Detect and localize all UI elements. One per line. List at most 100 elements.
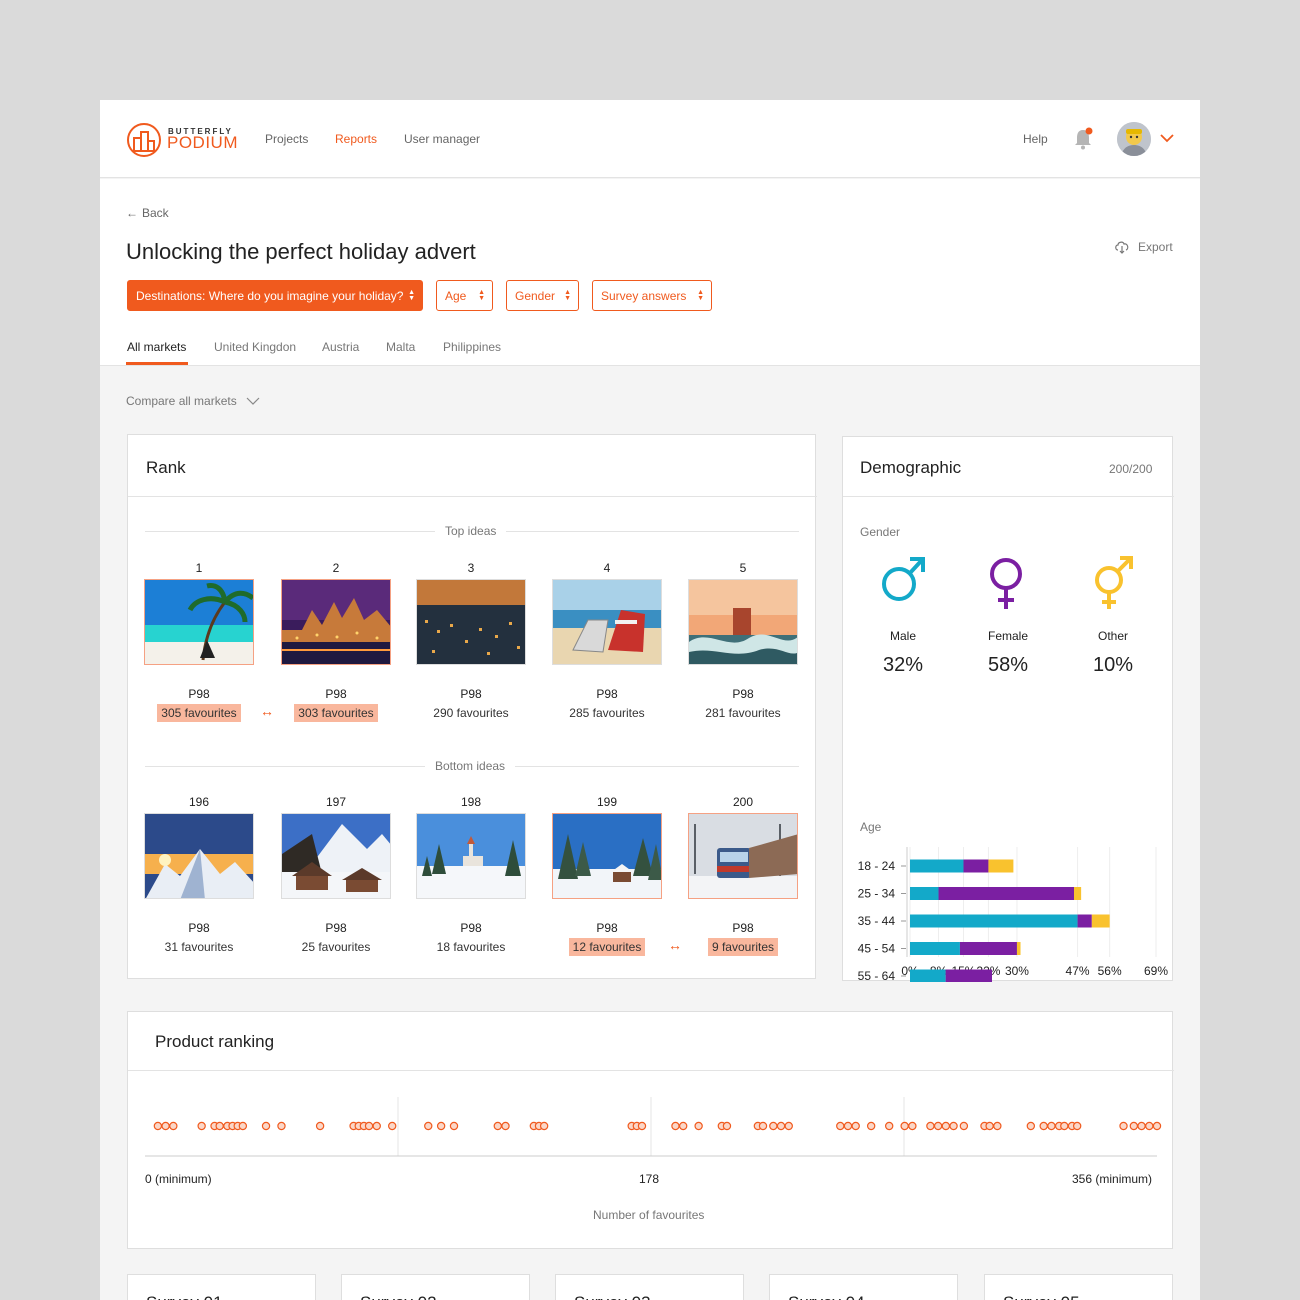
summary-card[interactable]: Survey 02 [341,1274,530,1300]
bar-segment-female [963,859,989,873]
product-dot[interactable] [678,1121,688,1131]
top-ideas-label: Top ideas [435,524,507,538]
nav-user-manager[interactable]: User manager [404,132,480,146]
product-dot[interactable] [694,1121,703,1131]
help-link[interactable]: Help [1023,132,1048,146]
product-dot[interactable] [364,1121,374,1131]
back-link[interactable]: ← Back [126,206,169,220]
product-dot[interactable] [866,1121,876,1131]
product-dot[interactable] [941,1121,951,1131]
product-dot[interactable] [1119,1121,1128,1131]
product-dot[interactable] [493,1121,502,1131]
idea-thumbnail[interactable] [416,813,526,899]
product-dot[interactable] [900,1121,909,1131]
product-dot[interactable] [501,1121,510,1131]
idea-thumbnail[interactable] [688,813,798,899]
product-dot[interactable] [926,1121,935,1131]
product-dot[interactable] [933,1121,943,1131]
idea-thumbnail[interactable] [552,813,662,899]
tab-united-kingdom[interactable]: United Kingdon [214,340,296,354]
favourites-count: 31 favourites [144,940,254,954]
idea-code: P98 [325,687,347,701]
tab-all-markets[interactable]: All markets [127,340,186,354]
card-divider [843,496,1174,497]
product-dot[interactable] [769,1121,778,1131]
product-dot[interactable] [959,1121,969,1131]
brand-logo[interactable]: BUTTERFLY PODIUM [126,120,238,160]
y-category-label: 35 - 44 [858,914,896,928]
product-dot[interactable] [449,1121,459,1131]
product-dot[interactable] [843,1121,853,1131]
tab-philippines[interactable]: Philippines [443,340,501,354]
gender-filter-select[interactable]: Gender ▲ ▼ [506,280,579,311]
chevron-down-icon [246,397,260,405]
product-dot[interactable] [1152,1121,1162,1131]
product-dot[interactable] [1145,1121,1154,1131]
rank-card-title: Rank [146,458,186,477]
product-dot[interactable] [1137,1121,1146,1131]
product-dot[interactable] [277,1121,286,1131]
product-dot[interactable] [315,1121,325,1131]
tab-malta[interactable]: Malta [386,340,415,354]
idea-thumbnail[interactable] [688,579,798,665]
product-dot[interactable] [261,1121,271,1131]
idea-thumbnail[interactable] [281,813,391,899]
summary-card[interactable]: Survey 04 [769,1274,958,1300]
idea-thumbnail[interactable] [144,579,254,665]
survey-answers-filter-select[interactable]: Survey answers ▲ ▼ [592,280,712,311]
product-dot[interactable] [851,1121,860,1131]
product-dot[interactable] [1072,1121,1082,1131]
product-dot[interactable] [197,1121,206,1131]
user-avatar[interactable] [1117,122,1151,156]
product-dot[interactable] [1039,1121,1048,1131]
favourites-count: 25 favourites [281,940,391,954]
product-dot[interactable] [539,1121,549,1131]
product-dot[interactable] [1129,1121,1139,1131]
summary-card[interactable]: Survey 03 [555,1274,744,1300]
nav-projects[interactable]: Projects [265,132,308,146]
idea-code: P98 [460,921,482,935]
product-dot[interactable] [908,1121,917,1131]
product-dot[interactable] [985,1121,994,1131]
product-dot[interactable] [1026,1121,1036,1131]
product-dot[interactable] [388,1121,397,1131]
product-dot[interactable] [1060,1121,1069,1131]
product-dot[interactable] [884,1121,894,1131]
idea-thumbnail[interactable] [552,579,662,665]
idea-thumbnail[interactable] [281,579,391,665]
tab-austria[interactable]: Austria [322,340,359,354]
product-dot[interactable] [776,1121,786,1131]
product-dot[interactable] [161,1121,170,1131]
age-filter-select[interactable]: Age ▲ ▼ [436,280,493,311]
product-dot[interactable] [836,1121,845,1131]
product-dot[interactable] [671,1121,680,1131]
product-dot[interactable] [436,1121,446,1131]
product-dot[interactable] [372,1121,381,1131]
notification-bell-icon[interactable] [1073,127,1093,151]
product-dot[interactable] [758,1121,768,1131]
product-dot[interactable] [949,1121,958,1131]
product-dot[interactable] [424,1121,433,1131]
product-dot[interactable] [238,1121,248,1131]
compare-markets-dropdown[interactable]: Compare all markets [126,394,260,408]
snow-village-image [417,814,525,898]
destinations-filter-select[interactable]: Destinations: Where do you imagine your … [127,280,423,311]
summary-card[interactable]: Survey 05 [984,1274,1173,1300]
product-dot[interactable] [169,1121,178,1131]
idea-thumbnail[interactable] [416,579,526,665]
product-dot[interactable] [722,1121,732,1131]
logo-wordmark: PODIUM [167,133,238,152]
snow-train-image [689,814,797,898]
idea-thumbnail[interactable] [144,813,254,899]
product-dot[interactable] [637,1121,647,1131]
export-button[interactable]: Export [1114,240,1173,254]
product-dot[interactable] [993,1121,1002,1131]
nav-reports[interactable]: Reports [335,132,377,146]
chevron-down-icon[interactable] [1160,133,1174,143]
product-dot[interactable] [153,1121,163,1131]
product-dot[interactable] [784,1121,793,1131]
product-dot[interactable] [1047,1121,1056,1131]
idea-code: P98 [188,687,210,701]
summary-card[interactable]: Survey 01 [127,1274,316,1300]
product-dot[interactable] [215,1121,224,1131]
